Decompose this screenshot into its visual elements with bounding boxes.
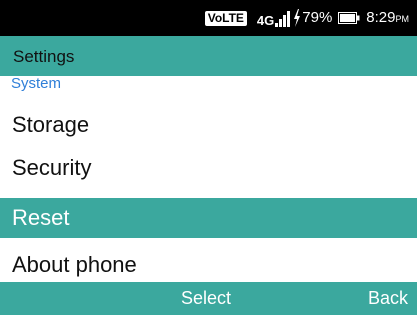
menu-item-label: Security xyxy=(12,155,92,180)
network-type-label: 4G xyxy=(256,13,275,28)
menu-item-label: Reset xyxy=(12,205,70,230)
softkey-bar: Select Back xyxy=(0,282,417,315)
menu-item-about-phone[interactable]: About phone xyxy=(0,245,417,285)
signal-icon xyxy=(275,11,291,27)
status-bar: VoLTE 4G 79% 8:29PM xyxy=(0,0,417,36)
section-header-system: System xyxy=(11,75,62,92)
menu-item-reset[interactable]: Reset xyxy=(0,198,417,238)
menu-item-security[interactable]: Security xyxy=(0,148,417,188)
title-bar: Settings xyxy=(0,36,417,76)
battery-icon xyxy=(338,12,360,24)
charging-icon xyxy=(294,9,301,27)
menu-item-label: About phone xyxy=(12,252,137,277)
battery-percent: 79% xyxy=(302,9,333,26)
menu-item-label: Storage xyxy=(12,112,90,137)
page-title: Settings xyxy=(13,47,75,66)
volte-badge: VoLTE xyxy=(204,10,247,26)
network-indicator: 4G xyxy=(257,9,291,27)
select-softkey[interactable]: Select xyxy=(181,288,231,309)
status-indicators: VoLTE 4G 79% 8:29PM xyxy=(204,0,409,36)
back-softkey[interactable]: Back xyxy=(368,288,408,309)
menu-item-storage[interactable]: Storage xyxy=(0,105,417,145)
clock: 8:29PM xyxy=(366,9,409,28)
clock-suffix: PM xyxy=(395,13,410,24)
clock-time: 8:29 xyxy=(366,8,396,26)
